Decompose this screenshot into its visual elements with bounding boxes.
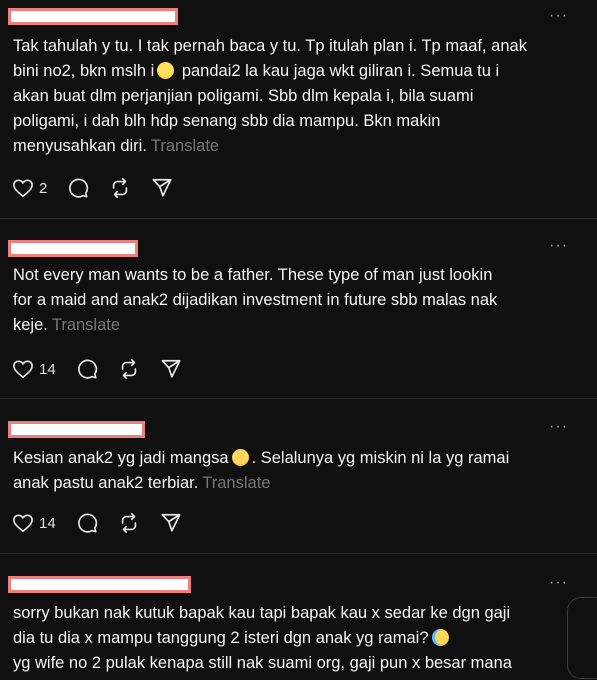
comment-icon xyxy=(69,178,89,198)
more-options-button[interactable]: ··· xyxy=(549,574,568,592)
post-divider xyxy=(0,218,597,219)
post-text-line: poligami, i dah blh hdp senang sbb dia m… xyxy=(13,112,441,130)
translate-link[interactable]: Translate xyxy=(202,474,270,492)
like-button[interactable]: 14 xyxy=(12,513,56,533)
post-divider xyxy=(0,398,597,399)
post-text-line: sorry bukan nak kutuk bapak kau tapi bap… xyxy=(13,604,511,622)
comment-button[interactable] xyxy=(76,512,98,534)
post-text: sorry bukan nak kutuk bapak kau tapi bap… xyxy=(13,601,573,676)
post-actions: 14 xyxy=(12,357,202,381)
share-button[interactable] xyxy=(160,358,182,380)
redacted-username xyxy=(8,576,191,593)
redacted-username xyxy=(8,8,178,25)
share-button[interactable] xyxy=(160,512,182,534)
post-text-line: dia tu dia x mampu tanggung 2 isteri dgn… xyxy=(13,626,573,651)
repost-icon xyxy=(121,359,136,379)
like-count: 2 xyxy=(39,179,48,197)
post-text-line: anak pastu anak2 terbiar. Translate xyxy=(13,474,271,492)
share-icon xyxy=(161,359,181,378)
more-options-button[interactable]: ··· xyxy=(549,7,568,25)
frowning-emoji-icon xyxy=(231,449,249,466)
like-count: 14 xyxy=(39,360,56,378)
like-count: 14 xyxy=(39,514,56,532)
post-text-line: for a maid and anak2 dijadikan investmen… xyxy=(13,291,498,309)
post-text-line: bini no2, bkn mslh i pandai2 la kau jaga… xyxy=(13,62,500,80)
share-button[interactable] xyxy=(151,177,173,199)
repost-icon xyxy=(121,513,136,533)
repost-button[interactable] xyxy=(118,358,140,380)
comment-icon xyxy=(77,359,97,379)
post-text-line: yg wife no 2 pulak kenapa still nak suam… xyxy=(13,654,512,672)
scroll-handle[interactable] xyxy=(567,597,597,679)
post-text-line: Not every man wants to be a father. Thes… xyxy=(13,266,493,284)
repost-button[interactable] xyxy=(118,512,140,534)
translate-link[interactable]: Translate xyxy=(52,316,120,334)
translate-link[interactable]: Translate xyxy=(151,137,219,155)
post-text-line: menyusahkan diri. Translate xyxy=(13,137,220,155)
post-actions: 14 xyxy=(12,511,202,535)
like-button[interactable]: 2 xyxy=(12,178,47,198)
post-text: Tak tahulah y tu. I tak pernah baca y tu… xyxy=(13,34,573,159)
comment-icon xyxy=(77,513,97,533)
post-text: Kesian anak2 yg jadi mangsa. Selalunya y… xyxy=(13,446,573,496)
post-text: Not every man wants to be a father. Thes… xyxy=(13,263,573,338)
post-actions: 2 xyxy=(12,176,193,200)
heart-icon xyxy=(13,179,33,198)
more-options-button[interactable]: ··· xyxy=(549,418,568,436)
comment-button[interactable] xyxy=(76,358,98,380)
heart-icon xyxy=(13,514,33,533)
heart-icon xyxy=(13,360,33,379)
more-options-button[interactable]: ··· xyxy=(549,237,568,255)
grinning-sweat-emoji-icon xyxy=(157,62,175,79)
repost-icon xyxy=(113,178,128,198)
share-icon xyxy=(152,178,172,197)
share-icon xyxy=(161,513,181,532)
crying-emoji-icon xyxy=(431,629,449,646)
post-text-line: akan buat dlm perjanjian poligami. Sbb d… xyxy=(13,87,474,105)
post-divider xyxy=(0,553,597,554)
comment-button[interactable] xyxy=(67,177,89,199)
post-text-line: Tak tahulah y tu. I tak pernah baca y tu… xyxy=(13,37,527,55)
repost-button[interactable] xyxy=(109,177,131,199)
post-text-line: Kesian anak2 yg jadi mangsa. Selalunya y… xyxy=(13,449,510,467)
like-button[interactable]: 14 xyxy=(12,359,56,379)
redacted-username xyxy=(8,421,145,438)
post-text-line: keje. Translate xyxy=(13,316,121,334)
redacted-username xyxy=(8,240,138,257)
